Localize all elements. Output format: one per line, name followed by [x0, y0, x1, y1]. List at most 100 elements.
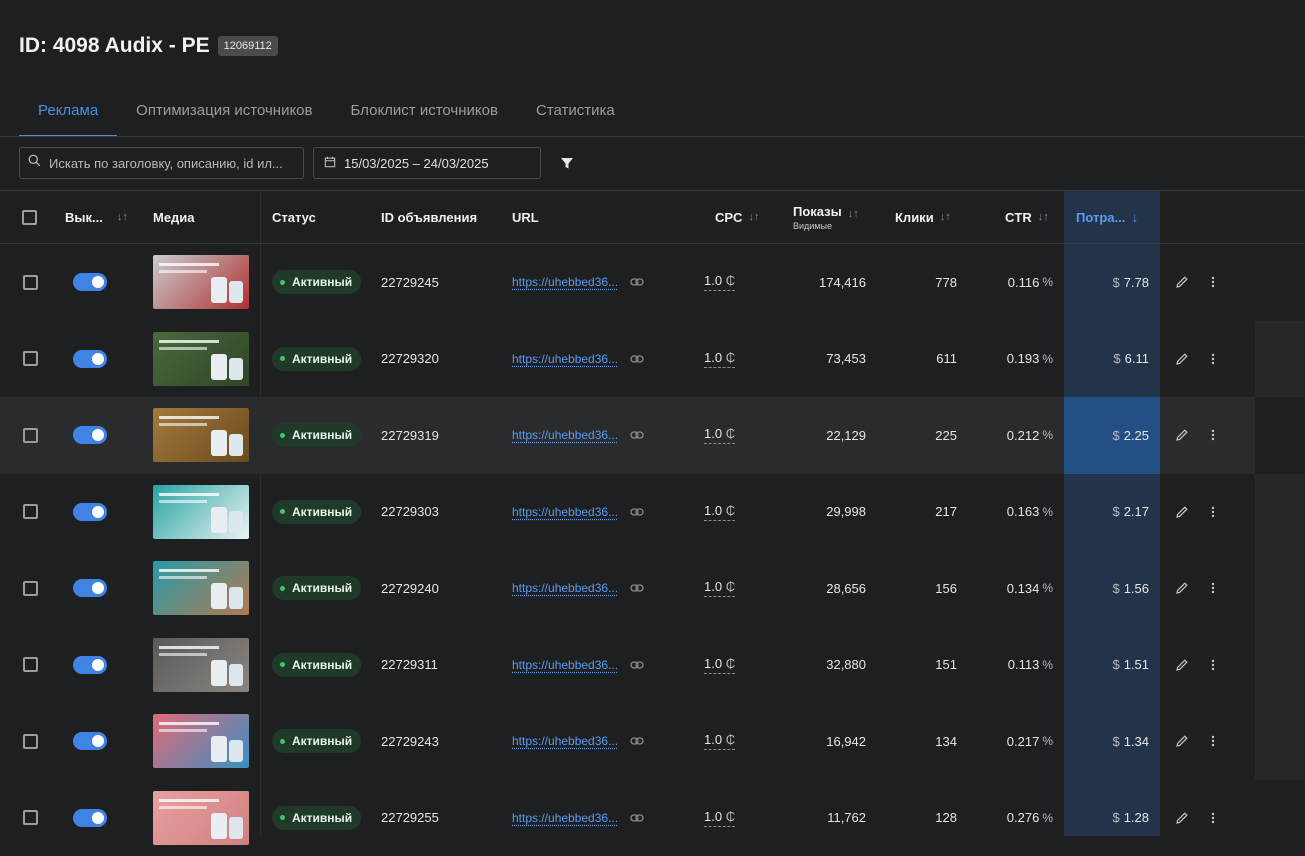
cpc-value[interactable]: 1.0 ₵: [704, 426, 735, 444]
spent-cell: $6.11: [1090, 321, 1149, 398]
link-icon[interactable]: [630, 583, 644, 593]
active-toggle[interactable]: [73, 426, 107, 444]
active-toggle[interactable]: [73, 732, 107, 750]
ad-thumbnail[interactable]: [153, 485, 249, 539]
ad-url-link[interactable]: https://uhebbed36...: [512, 352, 618, 366]
date-range-picker[interactable]: 15/03/2025 – 24/03/2025: [313, 147, 541, 179]
edit-pencil-icon[interactable]: [1175, 428, 1189, 442]
link-icon[interactable]: [630, 354, 644, 364]
tab-source-blocklist[interactable]: Блоклист источников: [332, 91, 517, 137]
col-spent-header[interactable]: Потра... ↓: [1076, 191, 1138, 243]
col-cpc-header[interactable]: CPC ↓↑: [715, 191, 759, 243]
tab-ads[interactable]: Реклама: [19, 91, 117, 137]
ad-url-link[interactable]: https://uhebbed36...: [512, 811, 618, 825]
edit-pencil-icon[interactable]: [1175, 352, 1189, 366]
edit-pencil-icon[interactable]: [1175, 811, 1189, 825]
row-checkbox[interactable]: [23, 275, 38, 290]
cpc-value[interactable]: 1.0 ₵: [704, 273, 735, 291]
edit-pencil-icon[interactable]: [1175, 734, 1189, 748]
table-row[interactable]: Активный 22729240 https://uhebbed36... 1…: [0, 550, 1255, 627]
edit-pencil-icon[interactable]: [1175, 275, 1189, 289]
ad-url-link[interactable]: https://uhebbed36...: [512, 428, 618, 442]
col-clicks-header[interactable]: Клики ↓↑: [895, 191, 951, 243]
row-checkbox[interactable]: [23, 428, 38, 443]
ad-url-link[interactable]: https://uhebbed36...: [512, 581, 618, 595]
sort-icon[interactable]: ↓↑: [848, 208, 859, 220]
table-row[interactable]: Активный 22729319 https://uhebbed36... 1…: [0, 397, 1255, 474]
link-icon[interactable]: [630, 277, 644, 287]
active-toggle[interactable]: [73, 809, 107, 827]
link-icon[interactable]: [630, 430, 644, 440]
active-toggle[interactable]: [73, 656, 107, 674]
active-toggle[interactable]: [73, 579, 107, 597]
edit-pencil-icon[interactable]: [1175, 505, 1189, 519]
ad-url-link[interactable]: https://uhebbed36...: [512, 658, 618, 672]
active-toggle[interactable]: [73, 273, 107, 291]
edit-pencil-icon[interactable]: [1175, 581, 1189, 595]
row-checkbox[interactable]: [23, 657, 38, 672]
ad-thumbnail[interactable]: [153, 638, 249, 692]
media-cell: [153, 703, 249, 780]
cpc-cell: 1.0 ₵: [704, 244, 735, 321]
sort-icon[interactable]: ↓↑: [940, 211, 951, 223]
active-toggle[interactable]: [73, 503, 107, 521]
link-icon[interactable]: [630, 736, 644, 746]
cpc-value[interactable]: 1.0 ₵: [704, 350, 735, 368]
row-checkbox[interactable]: [23, 810, 38, 825]
cpc-value[interactable]: 1.0 ₵: [704, 579, 735, 597]
table-row[interactable]: Активный 22729255 https://uhebbed36... 1…: [0, 780, 1255, 856]
sort-icon[interactable]: ↓↑: [117, 211, 128, 223]
more-vertical-icon[interactable]: [1207, 505, 1219, 519]
ad-url-link[interactable]: https://uhebbed36...: [512, 275, 618, 289]
tab-statistics[interactable]: Статистика: [517, 91, 634, 137]
ad-url-link[interactable]: https://uhebbed36...: [512, 505, 618, 519]
table-row[interactable]: Активный 22729320 https://uhebbed36... 1…: [0, 321, 1255, 398]
active-toggle[interactable]: [73, 350, 107, 368]
row-toggle-cell: [73, 474, 107, 551]
tab-source-optimization[interactable]: Оптимизация источников: [117, 91, 331, 137]
ctr-cell: 0.116%: [990, 244, 1053, 321]
row-checkbox[interactable]: [23, 734, 38, 749]
table-row[interactable]: Активный 22729303 https://uhebbed36... 1…: [0, 474, 1255, 551]
ad-thumbnail[interactable]: [153, 714, 249, 768]
link-icon[interactable]: [630, 813, 644, 823]
table-row[interactable]: Активный 22729311 https://uhebbed36... 1…: [0, 627, 1255, 704]
more-vertical-icon[interactable]: [1207, 275, 1219, 289]
link-icon[interactable]: [630, 507, 644, 517]
cpc-value[interactable]: 1.0 ₵: [704, 503, 735, 521]
row-checkbox[interactable]: [23, 504, 38, 519]
table-row[interactable]: Активный 22729243 https://uhebbed36... 1…: [0, 703, 1255, 780]
filter-icon[interactable]: [559, 155, 575, 171]
select-all-checkbox[interactable]: [22, 210, 37, 225]
more-vertical-icon[interactable]: [1207, 581, 1219, 595]
ad-thumbnail[interactable]: [153, 332, 249, 386]
row-checkbox[interactable]: [23, 351, 38, 366]
more-vertical-icon[interactable]: [1207, 428, 1219, 442]
sort-icon[interactable]: ↓↑: [1038, 211, 1049, 223]
table-row[interactable]: Активный 22729245 https://uhebbed36... 1…: [0, 244, 1255, 321]
ad-thumbnail[interactable]: [153, 561, 249, 615]
edit-pencil-icon[interactable]: [1175, 658, 1189, 672]
link-icon[interactable]: [630, 660, 644, 670]
ad-url-link[interactable]: https://uhebbed36...: [512, 734, 618, 748]
cpc-value[interactable]: 1.0 ₵: [704, 809, 735, 827]
search-input[interactable]: [47, 155, 291, 172]
ad-thumbnail[interactable]: [153, 255, 249, 309]
cpc-value[interactable]: 1.0 ₵: [704, 732, 735, 750]
ad-thumbnail[interactable]: [153, 408, 249, 462]
col-ctr-header[interactable]: CTR ↓↑: [1005, 191, 1049, 243]
sort-icon[interactable]: ↓↑: [748, 211, 759, 223]
ad-thumbnail[interactable]: [153, 791, 249, 845]
col-impressions-header[interactable]: Показы Видимые ↓↑: [793, 191, 859, 243]
ctr-value: 0.134: [1007, 581, 1040, 596]
more-vertical-icon[interactable]: [1207, 734, 1219, 748]
more-vertical-icon[interactable]: [1207, 811, 1219, 825]
col-toggle-header[interactable]: Вык... ↓↑: [65, 191, 128, 243]
more-vertical-icon[interactable]: [1207, 352, 1219, 366]
sort-desc-icon[interactable]: ↓: [1131, 209, 1138, 225]
cpc-currency: ₵: [726, 809, 735, 824]
row-checkbox[interactable]: [23, 581, 38, 596]
edit-cell: [1175, 397, 1189, 474]
cpc-value[interactable]: 1.0 ₵: [704, 656, 735, 674]
more-vertical-icon[interactable]: [1207, 658, 1219, 672]
